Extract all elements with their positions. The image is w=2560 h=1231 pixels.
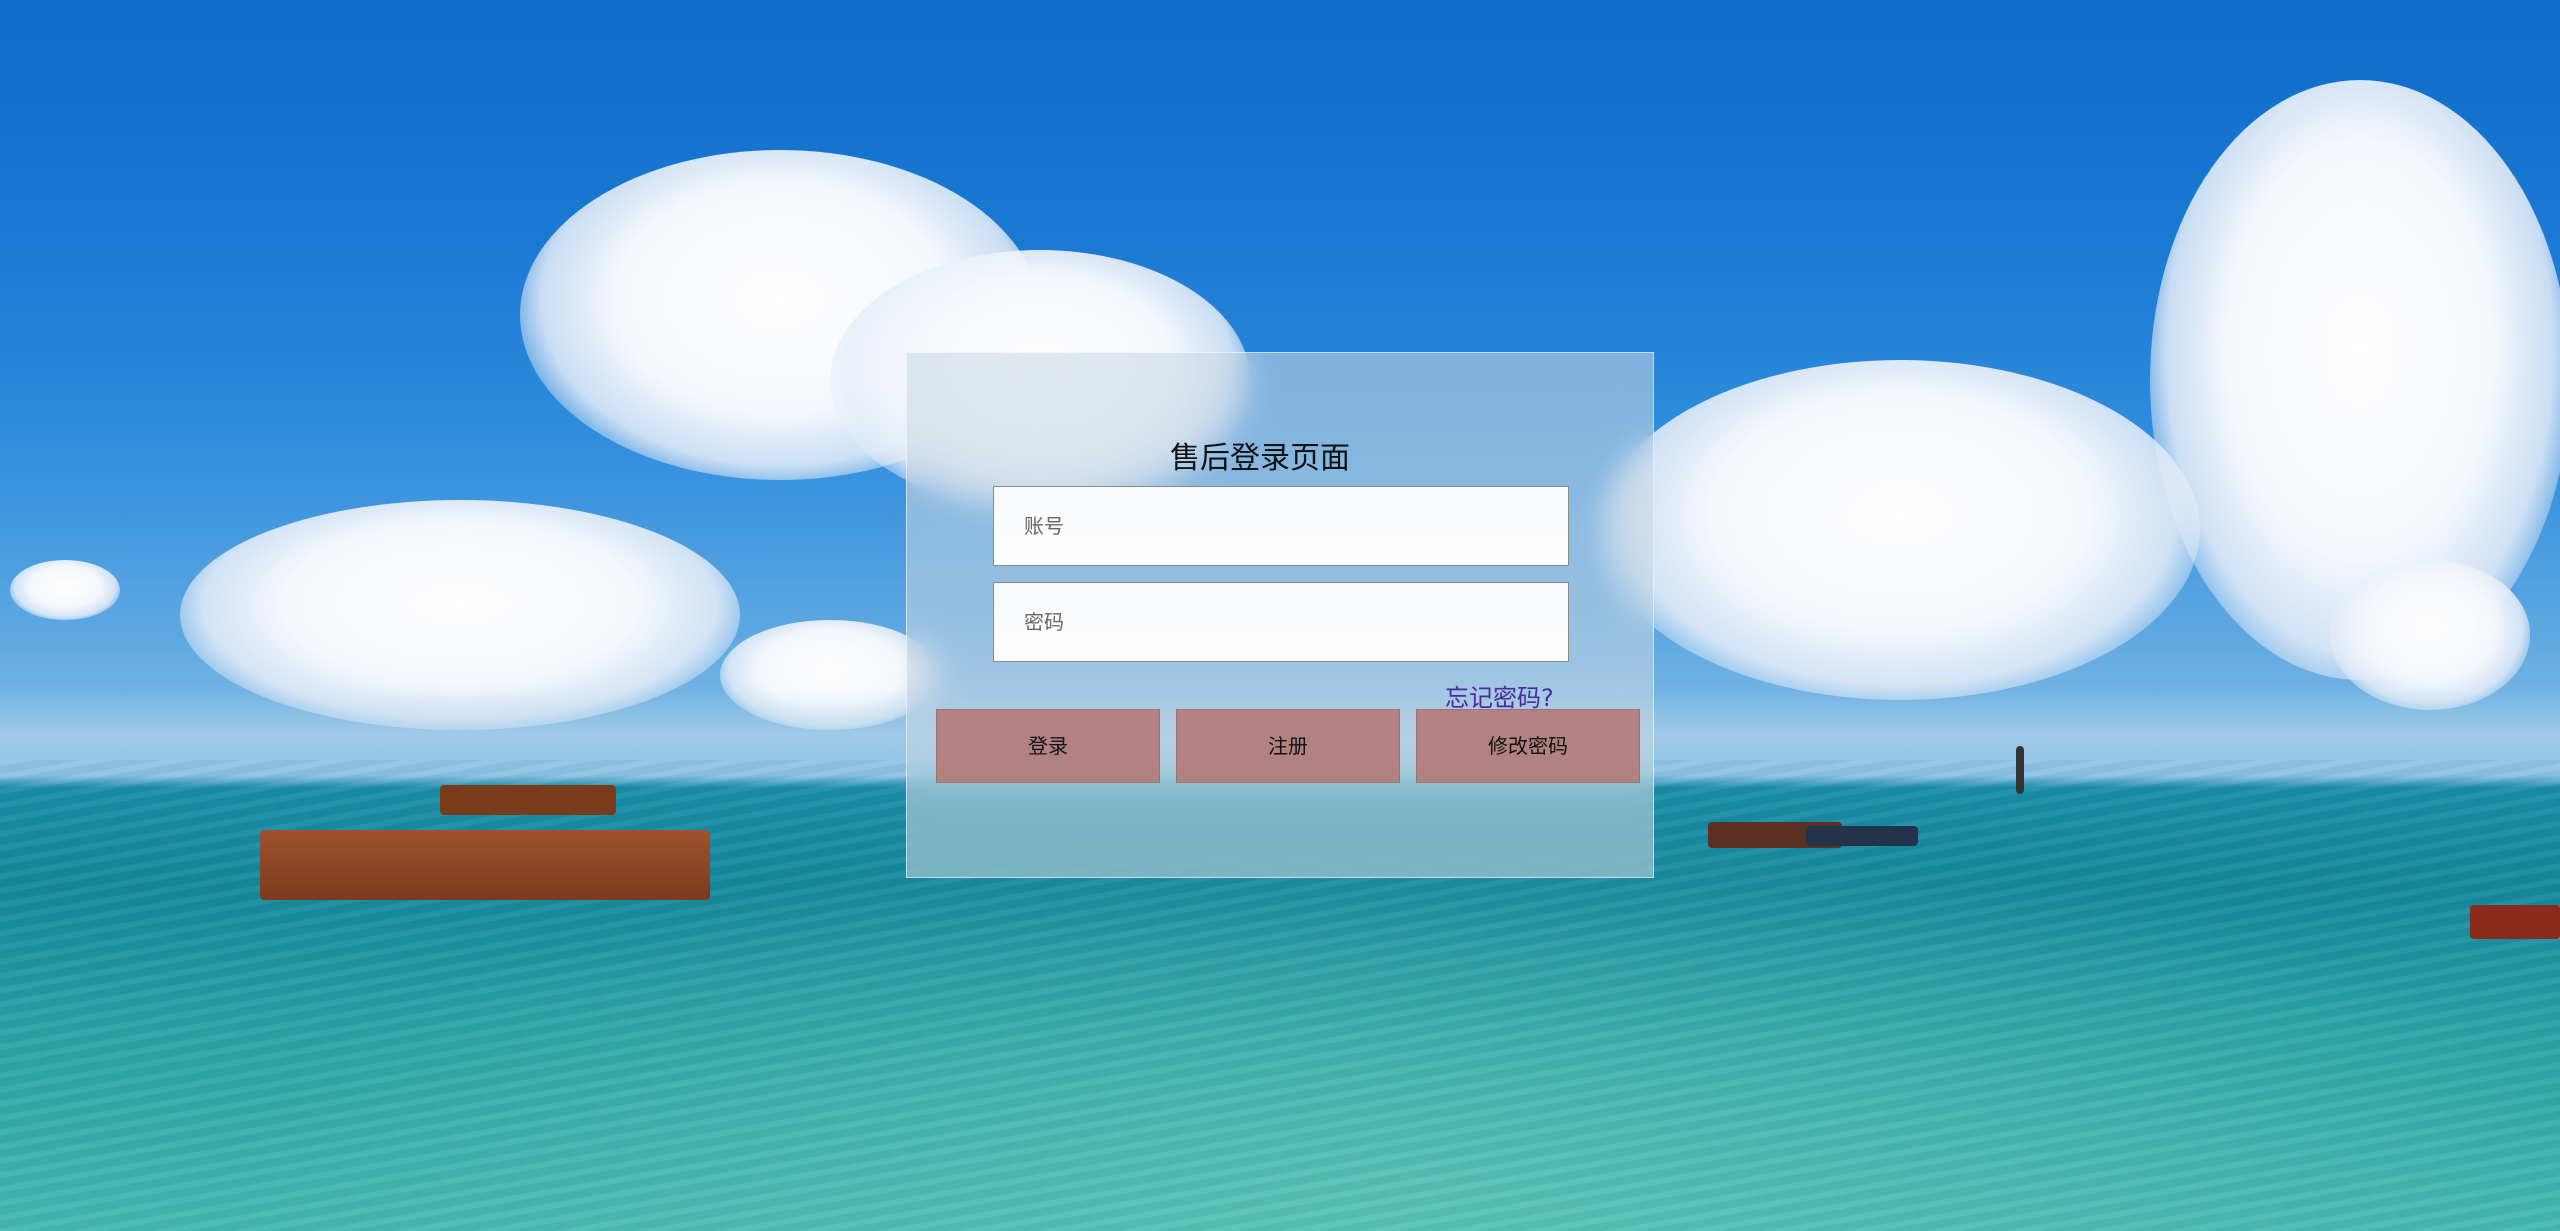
password-input[interactable] [993,582,1569,662]
rusty-barge [260,830,710,900]
boat [2470,905,2560,939]
page-title: 售后登录页面 [1170,441,1350,476]
account-input[interactable] [993,486,1569,566]
small-barge [440,785,616,815]
change-password-button[interactable]: 修改密码 [1416,709,1640,783]
cloud [2330,560,2530,710]
forgot-password-link[interactable]: 忘记密码? [1445,678,1554,713]
boat [1806,826,1918,846]
login-button[interactable]: 登录 [936,709,1160,783]
cloud [1600,360,2200,700]
login-card: 售后登录页面 忘记密码? 登录 注册 修改密码 [906,352,1654,878]
buoy [2016,746,2024,794]
cloud [10,560,120,620]
login-page: 售后登录页面 忘记密码? 登录 注册 修改密码 [0,0,2560,1231]
register-button[interactable]: 注册 [1176,709,1400,783]
